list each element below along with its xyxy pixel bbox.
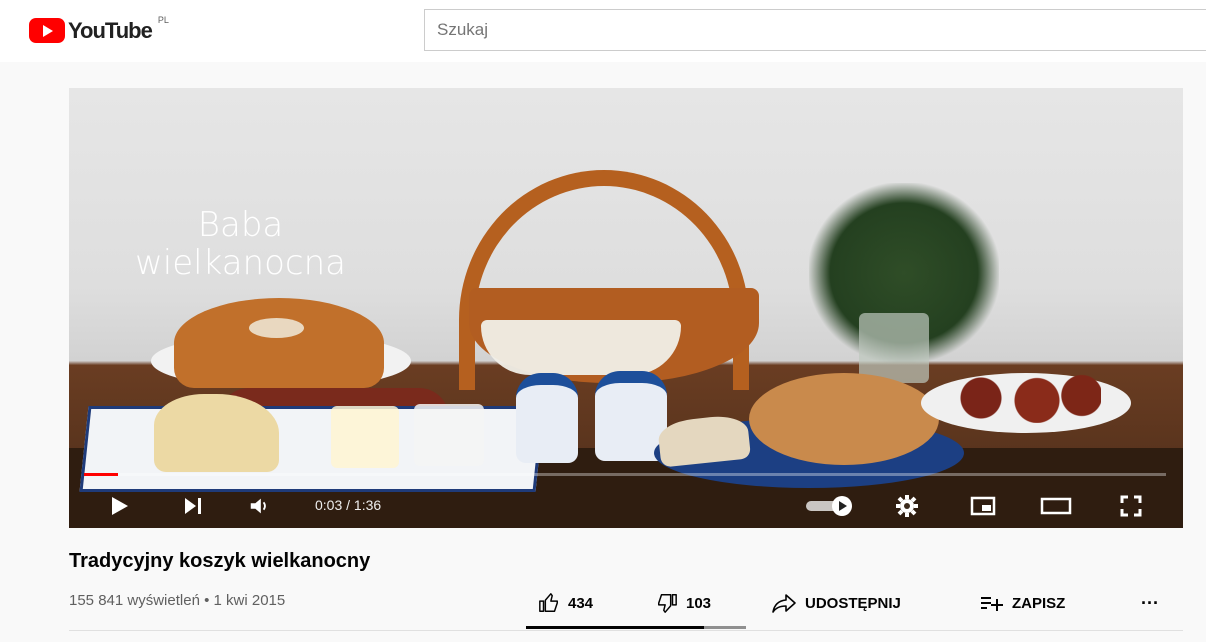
dislike-count: 103: [686, 594, 712, 612]
video-overlay-title-line: Baba: [197, 205, 284, 245]
video-frame-vase: [859, 313, 929, 383]
next-button[interactable]: [173, 483, 213, 528]
thumb-down-icon: [658, 594, 677, 613]
play-logo-icon: [29, 18, 65, 43]
progress-bar[interactable]: [84, 473, 1166, 476]
video-frame-glass: [414, 404, 484, 466]
video-player[interactable]: Baba wielkanocna 0:03 / 1:36: [69, 88, 1183, 528]
video-overlay-title: Baba wielkanocna: [135, 206, 346, 282]
mute-button[interactable]: [239, 483, 279, 528]
save-label: ZAPISZ: [1012, 594, 1066, 612]
video-frame-doily: [481, 320, 681, 375]
logo-text: YouTube: [68, 18, 153, 43]
miniplayer-icon: [970, 496, 996, 515]
progress-played: [84, 473, 118, 476]
youtube-logo[interactable]: YouTube PL: [29, 15, 169, 44]
theater-mode-icon: [1040, 497, 1072, 514]
video-metadata: 155 841 wyświetleń • 1 kwi 2015: [69, 592, 285, 609]
settings-button[interactable]: [887, 483, 927, 528]
share-label: UDOSTĘPNIJ: [805, 594, 901, 612]
video-frame-glass: [331, 406, 399, 468]
video-frame-bread: [749, 373, 939, 465]
video-frame-lamb: [154, 394, 279, 472]
meta-separator: •: [204, 592, 210, 609]
like-dislike-ratio-bar: [526, 626, 746, 629]
miniplayer-button[interactable]: [963, 483, 1003, 528]
play-icon: [112, 496, 128, 515]
search-input[interactable]: [425, 10, 1137, 50]
video-overlay-title-line: wielkanocna: [135, 243, 346, 283]
dislike-button[interactable]: 103: [656, 590, 711, 616]
more-actions-button[interactable]: ···: [1141, 590, 1159, 616]
video-frame-bread-slice: [656, 413, 752, 468]
video-title: Tradycyjny koszyk wielkanocny: [69, 550, 371, 572]
time-display: 0:03 / 1:36: [315, 497, 382, 513]
thumb-up-icon: [539, 593, 558, 612]
region-code: PL: [157, 15, 169, 25]
fullscreen-button[interactable]: [1111, 483, 1151, 528]
playlist-add-icon: [981, 597, 1003, 611]
next-icon: [185, 497, 201, 514]
like-button[interactable]: 434: [538, 590, 593, 616]
share-button[interactable]: UDOSTĘPNIJ: [771, 590, 901, 616]
gear-icon: [896, 494, 918, 517]
like-ratio-fill: [526, 626, 704, 629]
divider: [69, 630, 1183, 631]
upload-date: 1 kwi 2015: [213, 592, 286, 609]
top-bar: YouTube PL: [0, 0, 1206, 62]
share-arrow-icon: [772, 594, 796, 613]
video-frame-shaker: [516, 373, 578, 463]
more-horizontal-icon: ···: [1141, 592, 1159, 613]
player-controls: 0:03 / 1:36: [69, 483, 1183, 528]
like-count: 434: [568, 594, 594, 612]
video-frame-cake: [174, 298, 384, 388]
play-button[interactable]: [99, 483, 139, 528]
video-frame-eggs: [941, 373, 1101, 423]
autoplay-toggle-icon: [806, 495, 852, 516]
view-count: 155 841 wyświetleń: [69, 592, 200, 609]
volume-icon: [250, 498, 266, 513]
fullscreen-icon: [1120, 495, 1142, 516]
save-button[interactable]: ZAPISZ: [980, 590, 1065, 616]
autoplay-toggle[interactable]: [801, 483, 861, 528]
theater-mode-button[interactable]: [1031, 483, 1081, 528]
search-box[interactable]: [424, 9, 1206, 51]
